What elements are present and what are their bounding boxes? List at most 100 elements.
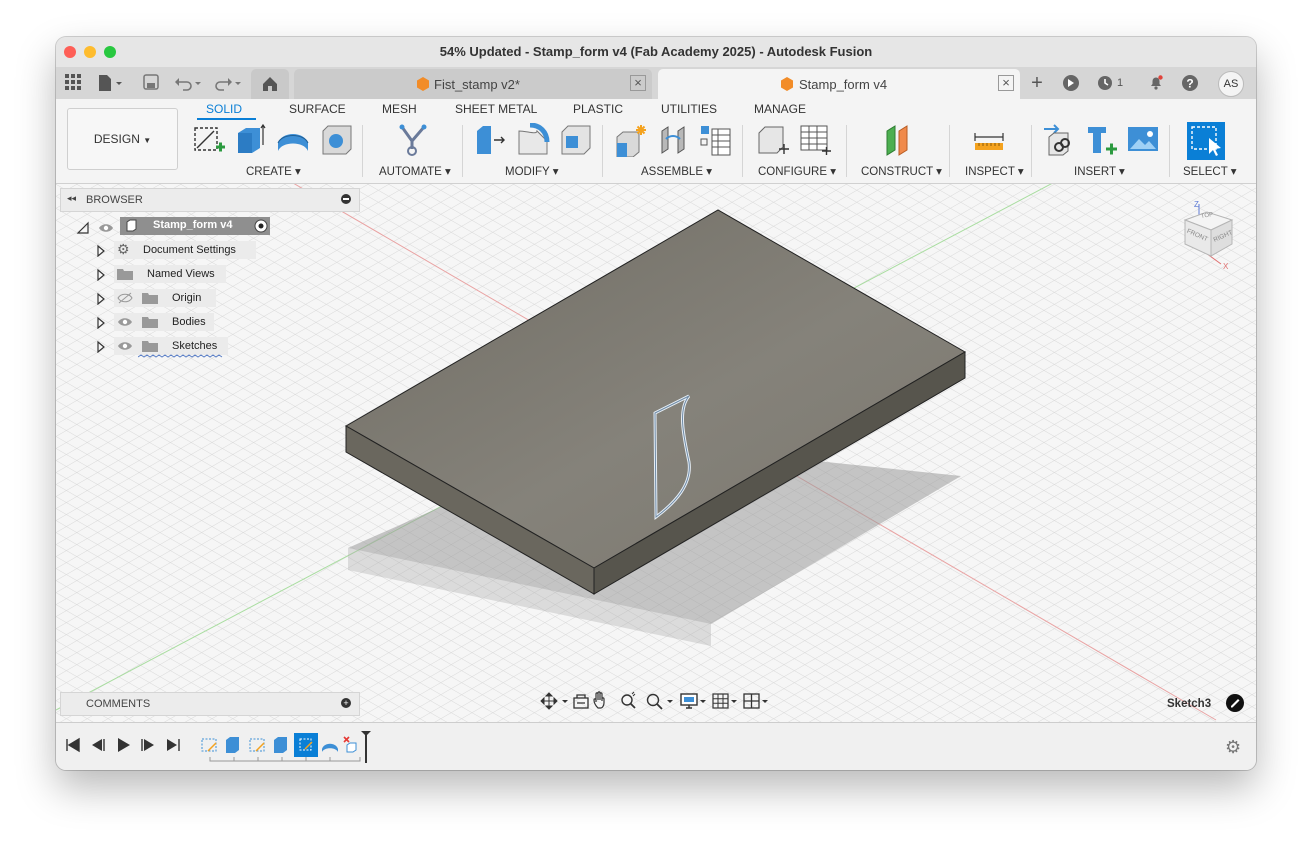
go-to-start-icon[interactable]: [66, 737, 80, 753]
zoom-icon[interactable]: [621, 691, 636, 709]
step-forward-icon[interactable]: [141, 739, 154, 751]
new-component-icon[interactable]: [614, 123, 648, 157]
automate-group-label[interactable]: AUTOMATE ▾: [379, 164, 451, 178]
pan-icon[interactable]: [593, 691, 605, 709]
undo-icon[interactable]: [174, 74, 204, 92]
add-comment-icon[interactable]: +: [341, 698, 351, 708]
bill-of-materials-icon[interactable]: [698, 123, 732, 157]
canvas-viewport[interactable]: TOP FRONT RIGHT Z X ◂◂ BROWSER Stamp_for…: [56, 184, 1256, 722]
tab-stamp-form[interactable]: Stamp_form v4 ×: [658, 69, 1020, 99]
insert-group-label[interactable]: INSERT ▾: [1074, 164, 1125, 178]
browser-item-label: Document Settings: [143, 244, 236, 256]
timeline-error-feature-icon[interactable]: [343, 736, 357, 753]
browser-item-named-views[interactable]: Named Views: [56, 265, 356, 285]
expand-arrow-icon[interactable]: [96, 269, 106, 281]
assemble-group-label[interactable]: ASSEMBLE ▾: [641, 164, 712, 178]
configure-group-label[interactable]: CONFIGURE ▾: [758, 164, 836, 178]
go-to-end-icon[interactable]: [167, 739, 180, 751]
play-icon[interactable]: [118, 738, 130, 752]
eye-hidden-icon[interactable]: [117, 292, 133, 304]
offset-plane-icon[interactable]: [882, 123, 916, 157]
automate-icon[interactable]: [396, 123, 430, 157]
configuration-table-icon[interactable]: [798, 123, 832, 157]
inspect-group-label[interactable]: INSPECT ▾: [965, 164, 1024, 178]
create-group-label[interactable]: CREATE ▾: [246, 164, 301, 178]
construct-group-label[interactable]: CONSTRUCT ▾: [861, 164, 942, 178]
tab-surface[interactable]: SURFACE: [289, 102, 346, 116]
browser-item-label: Named Views: [147, 268, 215, 280]
close-tab-icon[interactable]: ×: [630, 75, 646, 91]
new-tab-icon[interactable]: +: [1026, 73, 1048, 93]
collapse-arrow-icon[interactable]: [76, 221, 90, 235]
grid-settings-icon[interactable]: [712, 693, 737, 709]
save-icon[interactable]: [142, 74, 160, 92]
insert-canvas-icon[interactable]: [1126, 123, 1160, 157]
file-menu-icon[interactable]: [96, 74, 126, 92]
tab-manage[interactable]: MANAGE: [754, 102, 806, 116]
sketch-status-icon[interactable]: [1226, 694, 1244, 712]
insert-derive-icon[interactable]: [1041, 123, 1075, 157]
shell-icon[interactable]: [559, 123, 593, 157]
configure-icon[interactable]: [756, 123, 790, 157]
zoom-window-icon[interactable]: [646, 693, 674, 710]
tab-solid[interactable]: SOLID: [206, 102, 242, 116]
modify-group-label[interactable]: MODIFY ▾: [505, 164, 558, 178]
browser-item-bodies[interactable]: Bodies: [56, 313, 356, 333]
select-group-label[interactable]: SELECT ▾: [1183, 164, 1237, 178]
tab-mesh[interactable]: MESH: [382, 102, 417, 116]
notifications-icon[interactable]: [1146, 74, 1166, 92]
eye-icon[interactable]: [117, 340, 133, 352]
extrude-icon[interactable]: [234, 123, 268, 157]
comments-panel-header[interactable]: COMMENTS +: [60, 692, 360, 716]
select-icon[interactable]: [1187, 122, 1225, 160]
expand-arrow-icon[interactable]: [96, 341, 106, 353]
viewcube[interactable]: TOP FRONT RIGHT Z X: [1169, 200, 1239, 272]
job-status-icon[interactable]: 1: [1094, 74, 1126, 92]
create-sketch-icon[interactable]: [192, 123, 226, 157]
step-back-icon[interactable]: [92, 739, 105, 751]
timeline-marker[interactable]: [361, 731, 371, 763]
display-settings-icon[interactable]: [680, 693, 706, 709]
browser-item-origin[interactable]: Origin: [56, 289, 356, 309]
timeline-sketch-feature-icon[interactable]: [249, 738, 265, 752]
timeline-active-feature-icon[interactable]: [294, 733, 318, 757]
eye-icon[interactable]: [98, 222, 114, 234]
hole-icon[interactable]: [320, 123, 354, 157]
measure-icon[interactable]: [972, 123, 1006, 157]
look-at-icon[interactable]: [573, 694, 589, 709]
tab-plastic[interactable]: PLASTIC: [573, 102, 623, 116]
help-icon[interactable]: ?: [1180, 74, 1200, 92]
close-tab-icon[interactable]: ×: [998, 75, 1014, 91]
collapse-panel-icon[interactable]: ◂◂: [67, 193, 76, 204]
browser-item-document-settings[interactable]: ⚙ Document Settings: [56, 241, 356, 261]
browser-panel-header[interactable]: ◂◂ BROWSER: [60, 188, 360, 212]
tab-sheet-metal[interactable]: SHEET METAL: [455, 102, 537, 116]
tab-utilities[interactable]: UTILITIES: [661, 102, 717, 116]
expand-arrow-icon[interactable]: [96, 317, 106, 329]
timeline-settings-gear-icon[interactable]: ⚙: [1225, 737, 1241, 758]
timeline-extrude-feature-icon[interactable]: [274, 737, 287, 753]
expand-arrow-icon[interactable]: [96, 245, 106, 257]
timeline-sketch-feature-icon[interactable]: [201, 738, 217, 752]
revolve-icon[interactable]: [276, 123, 310, 157]
timeline-extrude-feature-icon[interactable]: [226, 737, 239, 753]
fillet-icon[interactable]: [516, 123, 550, 157]
expand-arrow-icon[interactable]: [96, 293, 106, 305]
eye-icon[interactable]: [117, 316, 133, 328]
tab-fist-stamp[interactable]: Fist_stamp v2* ×: [294, 69, 652, 99]
press-pull-icon[interactable]: [474, 123, 508, 157]
user-avatar[interactable]: AS: [1218, 71, 1244, 97]
workspace-switcher[interactable]: DESIGN ▼: [67, 108, 178, 170]
joint-icon[interactable]: [656, 123, 690, 157]
browser-item-sketches[interactable]: Sketches: [56, 337, 356, 358]
orbit-icon[interactable]: [540, 692, 568, 710]
activate-radio-icon[interactable]: [254, 219, 268, 233]
insert-mcmaster-icon[interactable]: [1084, 123, 1118, 157]
viewports-icon[interactable]: [743, 693, 768, 709]
redo-icon[interactable]: [214, 74, 244, 92]
timeline-revolve-feature-icon[interactable]: [322, 743, 338, 752]
home-tab[interactable]: [251, 69, 289, 99]
browser-root-row[interactable]: Stamp_form v4: [56, 217, 356, 237]
extensions-icon[interactable]: [1060, 74, 1082, 92]
grid-menu-icon[interactable]: [64, 74, 82, 92]
